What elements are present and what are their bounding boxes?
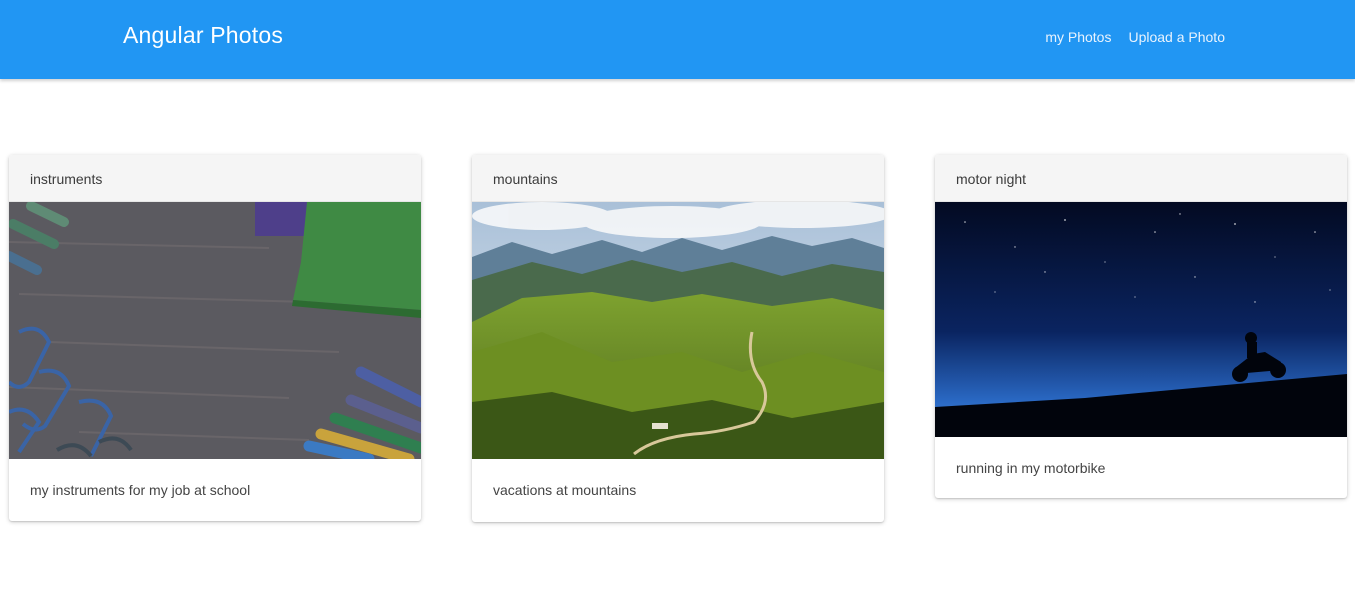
photo-card-title: instruments (9, 155, 421, 202)
navbar: Angular Photos my Photos Upload a Photo (0, 0, 1355, 79)
photo-card-description: vacations at mountains (493, 482, 637, 498)
photo-card-description: running in my motorbike (956, 460, 1106, 476)
photo-card: mountains vacations at mountains (472, 155, 884, 522)
photo-card: instruments my instruments for my job at… (9, 155, 421, 521)
nav-my-photos[interactable]: my Photos (1045, 29, 1111, 45)
photo-image (935, 202, 1347, 437)
brand-link[interactable]: Angular Photos (123, 22, 283, 49)
nav-links: my Photos Upload a Photo (1045, 29, 1225, 45)
nav-upload-photo[interactable]: Upload a Photo (1128, 29, 1225, 45)
photo-image (472, 202, 884, 459)
photo-card-title: motor night (935, 155, 1347, 202)
photo-card: motor night running in my motorbike (935, 155, 1347, 498)
photo-card-description: my instruments for my job at school (30, 482, 251, 498)
photo-image (9, 202, 421, 459)
photo-card-title: mountains (472, 155, 884, 202)
